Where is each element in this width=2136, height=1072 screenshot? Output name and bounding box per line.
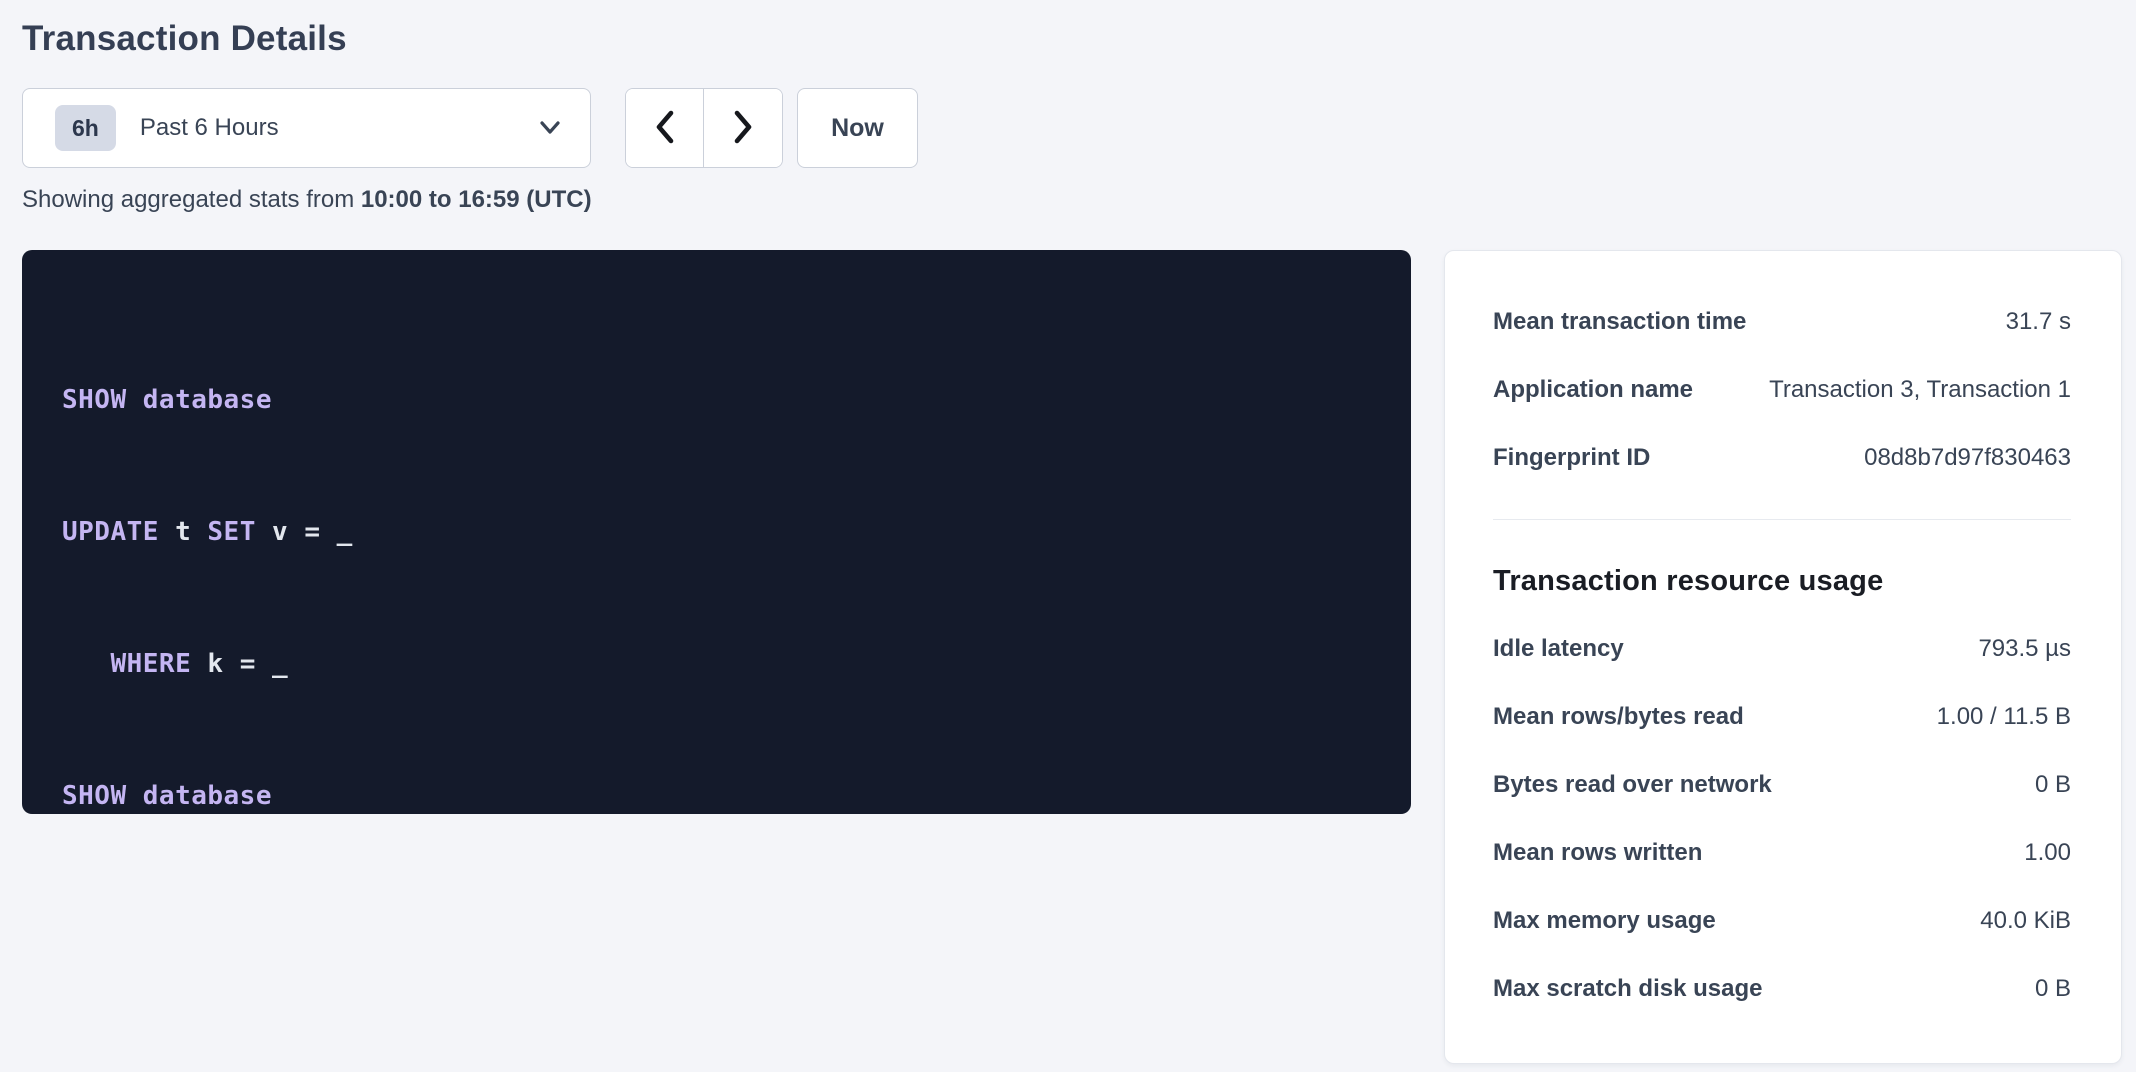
sql-text: t	[159, 517, 207, 547]
sql-text: v = _	[256, 517, 353, 547]
stat-label: Bytes read over network	[1493, 771, 1792, 799]
stat-value: 0 B	[2035, 975, 2071, 1003]
previous-range-button[interactable]	[626, 89, 704, 167]
sql-text	[62, 649, 110, 679]
stat-row-max-scratch-disk-usage: Max scratch disk usage 0 B	[1493, 955, 2071, 1023]
caption-range: 10:00 to 16:59 (UTC)	[361, 186, 592, 213]
time-range-stepper	[625, 88, 783, 168]
now-button[interactable]: Now	[797, 88, 918, 168]
chevron-right-icon	[731, 109, 755, 148]
stat-row-fingerprint-id: Fingerprint ID 08d8b7d97f830463	[1493, 424, 2071, 492]
stat-value: 793.5 µs	[1978, 635, 2071, 663]
stat-row-application-name: Application name Transaction 3, Transact…	[1493, 356, 2071, 424]
sql-text: k = _	[191, 649, 288, 679]
sql-line: UPDATE t SET v = _	[62, 510, 1371, 554]
page-title: Transaction Details	[22, 16, 2122, 62]
stat-label: Application name	[1493, 376, 1713, 404]
stat-value: 0 B	[2035, 771, 2071, 799]
stat-row-mean-rows-bytes-read: Mean rows/bytes read 1.00 / 11.5 B	[1493, 683, 2071, 751]
time-range-badge: 6h	[55, 105, 116, 151]
stat-value: 08d8b7d97f830463	[1864, 444, 2071, 472]
stat-value: Transaction 3, Transaction 1	[1769, 376, 2071, 404]
sql-line: SHOW database	[62, 774, 1371, 814]
stat-value: 1.00 / 11.5 B	[1937, 703, 2071, 731]
caption-prefix: Showing aggregated stats from	[22, 186, 361, 213]
stat-label: Mean rows written	[1493, 839, 1722, 867]
sql-keyword: UPDATE	[62, 517, 159, 547]
stat-label: Fingerprint ID	[1493, 444, 1670, 472]
stat-label: Max scratch disk usage	[1493, 975, 1782, 1003]
chevron-down-icon	[538, 120, 562, 136]
sql-statement-box: SHOW database UPDATE t SET v = _ WHERE k…	[22, 250, 1411, 814]
aggregated-stats-caption: Showing aggregated stats from 10:00 to 1…	[22, 185, 2122, 215]
sql-keyword: SET	[207, 517, 255, 547]
stat-row-idle-latency: Idle latency 793.5 µs	[1493, 615, 2071, 683]
sql-line: WHERE k = _	[62, 642, 1371, 686]
stat-label: Max memory usage	[1493, 907, 1736, 935]
main-content: SHOW database UPDATE t SET v = _ WHERE k…	[22, 250, 2122, 1064]
stat-value: 31.7 s	[2006, 308, 2071, 336]
stat-row-max-memory-usage: Max memory usage 40.0 KiB	[1493, 887, 2071, 955]
sql-keyword: SHOW database	[62, 781, 272, 811]
chevron-left-icon	[653, 109, 677, 148]
stat-label: Idle latency	[1493, 635, 1644, 663]
stat-row-mean-transaction-time: Mean transaction time 31.7 s	[1493, 288, 2071, 356]
sql-line: SHOW database	[62, 378, 1371, 422]
next-range-button[interactable]	[704, 89, 782, 167]
stat-label: Mean transaction time	[1493, 308, 1766, 336]
sql-keyword: WHERE	[110, 649, 191, 679]
time-range-select[interactable]: 6h Past 6 Hours	[22, 88, 591, 168]
stat-row-mean-rows-written: Mean rows written 1.00	[1493, 819, 2071, 887]
time-controls-row: 6h Past 6 Hours	[22, 88, 2122, 168]
stat-label: Mean rows/bytes read	[1493, 703, 1764, 731]
transaction-details-page: Transaction Details 6h Past 6 Hours	[0, 0, 2136, 1064]
time-range-label: Past 6 Hours	[140, 114, 279, 142]
stat-value: 1.00	[2024, 839, 2071, 867]
resource-usage-heading: Transaction resource usage	[1493, 547, 2071, 615]
stat-row-bytes-read-over-network: Bytes read over network 0 B	[1493, 751, 2071, 819]
transaction-stats-panel: Mean transaction time 31.7 s Application…	[1444, 250, 2122, 1064]
stat-value: 40.0 KiB	[1980, 907, 2071, 935]
sql-keyword: SHOW database	[62, 385, 272, 415]
panel-divider	[1493, 519, 2071, 520]
